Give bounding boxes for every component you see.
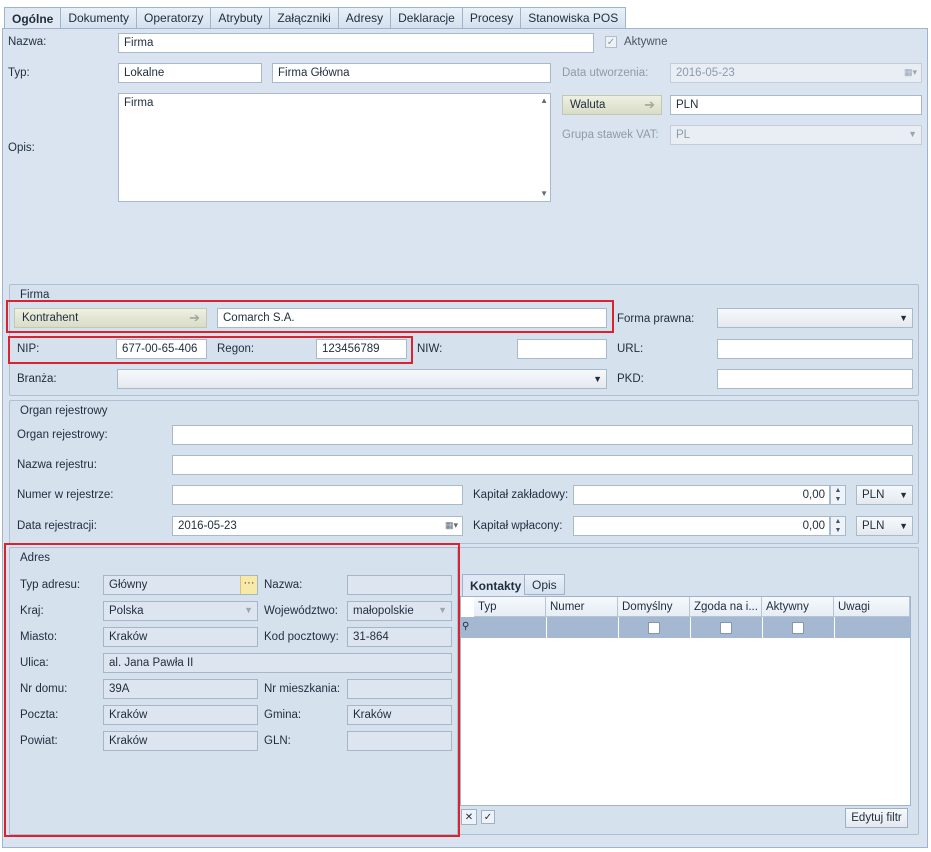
opis-value: Firma xyxy=(124,97,154,109)
tab-strip: Ogólne Dokumenty Operatorzy Atrybuty Zał… xyxy=(4,7,627,30)
nazwa-label: Nazwa: xyxy=(8,36,47,48)
filter-zgoda-checkbox[interactable] xyxy=(720,622,732,637)
waluta-input[interactable]: PLN xyxy=(670,95,922,115)
col-zgoda[interactable]: Zgoda na i... xyxy=(690,597,762,617)
aktywne-checkbox[interactable]: ✓ xyxy=(605,36,617,48)
col-aktywny[interactable]: Aktywny xyxy=(762,597,834,617)
filter-divider xyxy=(834,617,835,638)
kapital-zakl-spinner[interactable]: ▲ ▼ xyxy=(830,485,846,505)
arrow-right-icon: ➔ xyxy=(644,97,655,112)
scroll-up-icon[interactable]: ▲ xyxy=(540,96,548,105)
branza-select[interactable]: ▼ xyxy=(117,369,607,389)
kapital-wpl-label: Kapitał wpłacony: xyxy=(473,520,563,532)
kapital-zakl-input[interactable]: 0,00 xyxy=(573,485,830,505)
filter-row[interactable] xyxy=(461,617,910,638)
filter-divider xyxy=(618,617,619,638)
edit-filter-button[interactable]: Edytuj filtr xyxy=(845,808,908,828)
data-rejestracji-input[interactable]: 2016-05-23 ▦▾ xyxy=(172,516,463,536)
nazwa-input[interactable]: Firma xyxy=(118,33,594,53)
forma-prawna-select[interactable]: ▼ xyxy=(717,308,913,328)
highlight-nip-regon xyxy=(8,336,413,364)
col-domyslny[interactable]: Domyślny xyxy=(618,597,690,617)
kapital-wpl-input[interactable]: 0,00 xyxy=(573,516,830,536)
scroll-down-icon[interactable]: ▼ xyxy=(540,189,548,198)
chevron-down-icon: ▼ xyxy=(899,521,908,531)
chevron-down-icon: ▼ xyxy=(908,129,917,139)
nazwa-rejestru-label: Nazwa rejestru: xyxy=(17,459,97,471)
typ-input[interactable]: Lokalne xyxy=(118,63,262,83)
url-input[interactable] xyxy=(717,339,913,359)
grupa-vat-value: PL xyxy=(676,129,691,141)
tab-ogolne[interactable]: Ogólne xyxy=(4,7,61,30)
tab-adresy[interactable]: Adresy xyxy=(337,7,391,29)
waluta-button[interactable]: Waluta ➔ xyxy=(562,95,662,115)
clear-filter-icon[interactable]: ✕ xyxy=(461,809,477,825)
tab-opis[interactable]: Opis xyxy=(524,574,565,595)
chevron-down-icon: ▼ xyxy=(899,490,908,500)
branza-label: Branża: xyxy=(17,373,57,385)
data-rejestracji-label: Data rejestracji: xyxy=(17,520,97,532)
chevron-down-icon: ▼ xyxy=(593,374,602,384)
filter-divider xyxy=(762,617,763,638)
typ-label: Typ: xyxy=(8,67,30,79)
numer-rejestru-input[interactable] xyxy=(172,485,463,505)
tab-operatorzy[interactable]: Operatorzy xyxy=(136,7,211,29)
filter-divider xyxy=(546,617,547,638)
waluta-label: Waluta xyxy=(570,99,606,111)
tab-zalaczniki[interactable]: Załączniki xyxy=(269,7,338,29)
organ-group-title: Organ rejestrowy xyxy=(20,405,108,417)
filter-enabled-checkbox[interactable]: ✓ xyxy=(481,810,495,824)
pkd-input[interactable] xyxy=(717,369,913,389)
data-rejestracji-value: 2016-05-23 xyxy=(178,520,237,532)
kapital-zakl-label: Kapitał zakładowy: xyxy=(473,489,569,501)
data-utworzenia-label: Data utworzenia: xyxy=(562,67,649,79)
col-numer[interactable]: Numer xyxy=(546,597,618,617)
typ-company-input[interactable]: Firma Główna xyxy=(272,63,551,83)
opis-label: Opis: xyxy=(8,142,35,154)
forma-prawna-label: Forma prawna: xyxy=(617,313,695,325)
kapital-wpl-spinner[interactable]: ▲ ▼ xyxy=(830,516,846,536)
highlight-kontrahent xyxy=(6,300,614,333)
tab-atrybuty[interactable]: Atrybuty xyxy=(210,7,270,29)
col-uwagi[interactable]: Uwagi xyxy=(834,597,910,617)
pkd-label: PKD: xyxy=(617,373,644,385)
aktywne-label: Aktywne xyxy=(624,36,668,48)
organ-input[interactable] xyxy=(172,425,913,445)
kapital-wpl-currency-value: PLN xyxy=(862,520,885,532)
kapital-zakl-currency-select[interactable]: PLN ▼ xyxy=(856,485,913,505)
kapital-wpl-currency-select[interactable]: PLN ▼ xyxy=(856,516,913,536)
organ-label: Organ rejestrowy: xyxy=(17,429,108,441)
niw-label: NIW: xyxy=(417,343,443,355)
tab-stanowiska-pos[interactable]: Stanowiska POS xyxy=(520,7,627,29)
highlight-adres xyxy=(4,543,460,837)
url-label: URL: xyxy=(617,343,644,355)
tab-kontakty[interactable]: Kontakty xyxy=(462,574,529,596)
chevron-down-icon: ▼ xyxy=(899,313,908,323)
calendar-icon: ▦▾ xyxy=(903,67,917,77)
tab-dokumenty[interactable]: Dokumenty xyxy=(60,7,137,29)
data-utworzenia-value: 2016-05-23 xyxy=(676,67,735,79)
data-utworzenia-input: 2016-05-23 ▦▾ xyxy=(670,63,922,83)
filter-aktywny-checkbox[interactable] xyxy=(792,622,804,637)
numer-rejestru-label: Numer w rejestrze: xyxy=(17,489,114,501)
nazwa-rejestru-input[interactable] xyxy=(172,455,913,475)
niw-input[interactable] xyxy=(517,339,607,359)
filter-domyslny-checkbox[interactable] xyxy=(648,622,660,637)
opis-textarea[interactable]: Firma ▲ ▼ xyxy=(118,93,551,202)
filter-divider xyxy=(690,617,691,638)
grupa-vat-select: PL ▼ xyxy=(670,125,922,145)
col-typ[interactable]: Typ xyxy=(474,597,546,617)
calendar-icon[interactable]: ▦▾ xyxy=(445,520,458,531)
filter-icon[interactable]: ⚲ xyxy=(462,621,469,632)
tab-deklaracje[interactable]: Deklaracje xyxy=(390,7,462,29)
kapital-zakl-currency-value: PLN xyxy=(862,489,885,501)
tab-procesy[interactable]: Procesy xyxy=(461,7,521,29)
grupa-vat-label: Grupa stawek VAT: xyxy=(562,129,659,141)
